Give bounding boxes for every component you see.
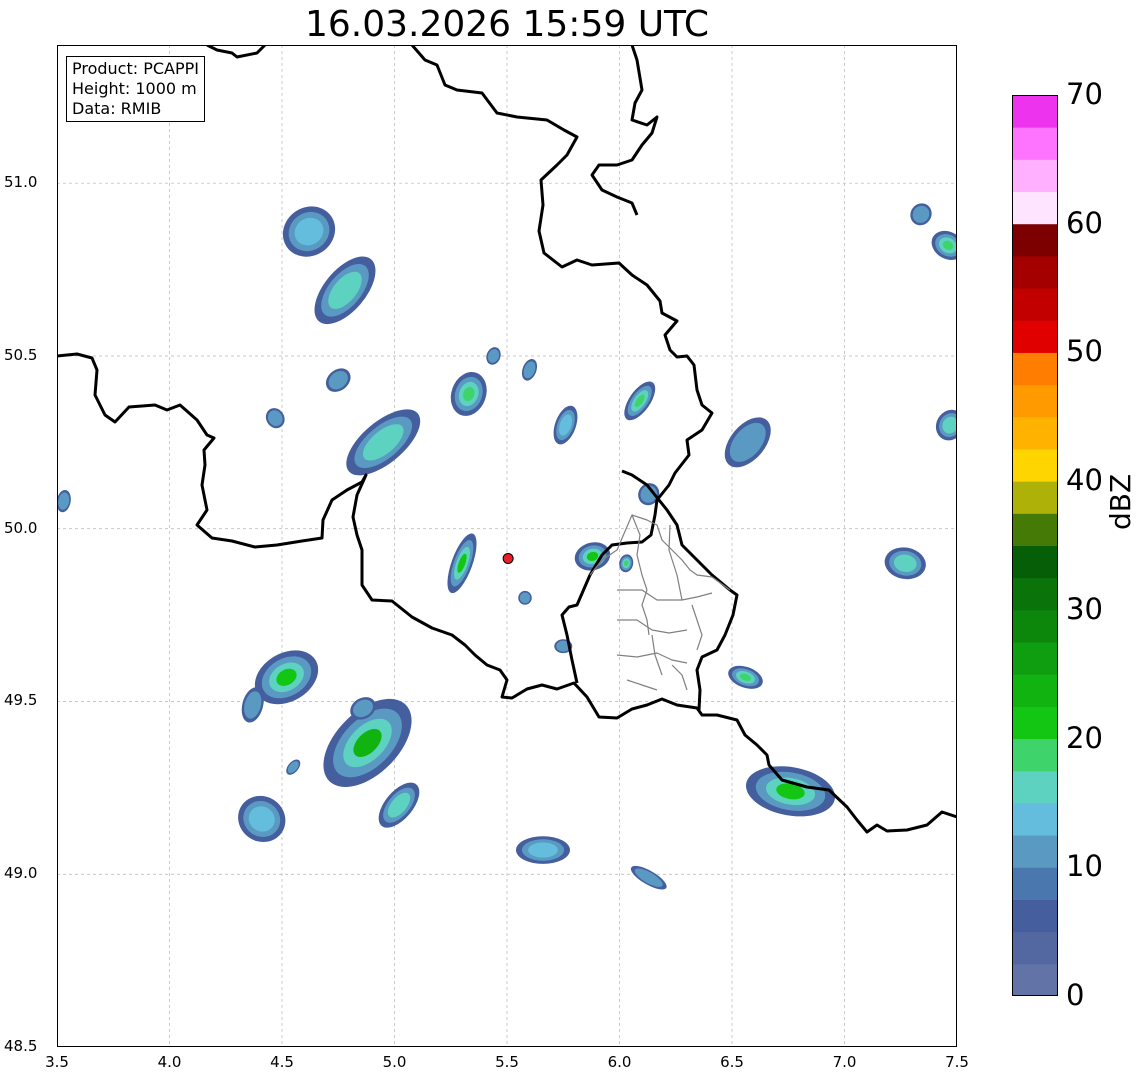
info-data: Data: RMIB (72, 99, 162, 118)
radar-echo (553, 405, 578, 445)
x-tick-label: 4.0 (157, 1053, 182, 1071)
radar-echo (745, 766, 836, 817)
x-tick-label: 5.5 (495, 1053, 519, 1071)
radar-echo (931, 230, 957, 260)
echo-shape (560, 643, 567, 649)
y-tick-label: 51.0 (4, 173, 38, 192)
radar-echo (630, 865, 667, 890)
colorbar-tick-label: 40 (1066, 463, 1103, 498)
radar-echo (521, 358, 538, 381)
echo-shape (534, 845, 552, 855)
radar-echo (265, 408, 285, 429)
radar-echo (238, 795, 286, 843)
y-tick-label: 49.0 (4, 864, 38, 883)
radar-echo (724, 417, 771, 468)
y-tick-label: 49.5 (4, 691, 38, 710)
colorbar-bin (1012, 899, 1058, 933)
radar-echo (910, 203, 932, 226)
colorbar-bin (1012, 642, 1058, 675)
radar-echo (935, 409, 957, 441)
echo-shape (522, 595, 528, 601)
x-tick-label: 4.5 (270, 1053, 294, 1071)
info-height: Height: 1000 m (72, 79, 197, 98)
x-tick-label: 5.0 (382, 1053, 407, 1071)
colorbar-bin (1012, 963, 1058, 996)
radar-echo (57, 489, 71, 513)
y-tick-label: 50.0 (4, 518, 38, 537)
radar-site (502, 552, 514, 564)
colorbar-tick-label: 30 (1066, 591, 1103, 626)
radar-echo (286, 759, 301, 775)
colorbar-bin (1012, 255, 1058, 289)
colorbar-bin (1012, 223, 1058, 257)
colorbar-tick-label: 20 (1066, 720, 1103, 755)
colorbar-bin (1012, 577, 1058, 611)
colorbar-bin (1012, 288, 1058, 321)
border-be-nl (206, 45, 267, 59)
radar-echo (619, 554, 634, 573)
radar-echo (450, 372, 487, 416)
colorbar-bin (1012, 802, 1058, 836)
colorbar-tick-label: 70 (1066, 77, 1103, 111)
radar-site-marker (502, 552, 514, 564)
y-tick-label: 48.5 (4, 1037, 38, 1055)
radar-echo (486, 347, 501, 365)
radar-echo (447, 533, 477, 594)
colorbar-bin (1012, 770, 1058, 804)
colorbar-tick-label: 60 (1066, 205, 1103, 240)
colorbar-bin (1012, 513, 1058, 546)
product-info-box: Product: PCAPPI Height: 1000 m Data: RMI… (66, 56, 206, 122)
radar-echo (728, 665, 763, 689)
colorbar-bin (1012, 931, 1058, 965)
radar-echo (884, 547, 926, 580)
colorbar (1012, 95, 1058, 996)
colorbar-bin (1012, 481, 1058, 514)
colorbar-bin (1012, 384, 1058, 418)
grid-lines (57, 45, 957, 1047)
colorbar-bin (1012, 706, 1058, 740)
radar-echo (346, 409, 421, 476)
colorbar-bin (1012, 159, 1058, 193)
y-tick-label: 50.5 (4, 345, 38, 364)
colorbar-tick-label: 10 (1066, 849, 1103, 884)
radar-echo (325, 368, 351, 392)
colorbar-bin (1012, 674, 1058, 707)
colorbar-bin (1012, 320, 1058, 353)
colorbar-bin (1012, 191, 1058, 225)
colorbar-bin (1012, 127, 1058, 160)
colorbar-bin (1012, 416, 1058, 450)
x-tick-label: 7.5 (945, 1053, 969, 1071)
radar-echo (638, 483, 660, 506)
x-tick-label: 3.5 (45, 1053, 69, 1071)
radar-echo (314, 256, 376, 325)
colorbar-tick-label: 0 (1066, 978, 1085, 1012)
radar-echo (518, 590, 532, 605)
colorbar-bin (1012, 738, 1058, 772)
colorbar-bin (1012, 95, 1058, 128)
x-tick-label: 7.0 (832, 1053, 857, 1071)
radar-echo (282, 206, 336, 257)
colorbar-bin (1012, 448, 1058, 482)
x-tick-label: 6.0 (607, 1053, 632, 1071)
colorbar-bin (1012, 545, 1058, 579)
radar-echo (378, 782, 420, 828)
colorbar-tick-label: 50 (1066, 334, 1103, 369)
radar-echo (624, 381, 656, 421)
lu-outline (589, 514, 731, 591)
colorbar-bin (1012, 835, 1058, 868)
border-nl-de (590, 45, 659, 216)
radar-echo (516, 836, 570, 864)
colorbar-bin (1012, 609, 1058, 643)
x-tick-label: 6.5 (720, 1053, 744, 1071)
colorbar-bin (1012, 352, 1058, 386)
radar-map (57, 45, 957, 1047)
colorbar-bin (1012, 867, 1058, 900)
map-title: 16.03.2026 15:59 UTC (304, 4, 710, 45)
info-product: Product: PCAPPI (72, 59, 200, 78)
colorbar-unit-label: dBZ (1104, 473, 1137, 530)
